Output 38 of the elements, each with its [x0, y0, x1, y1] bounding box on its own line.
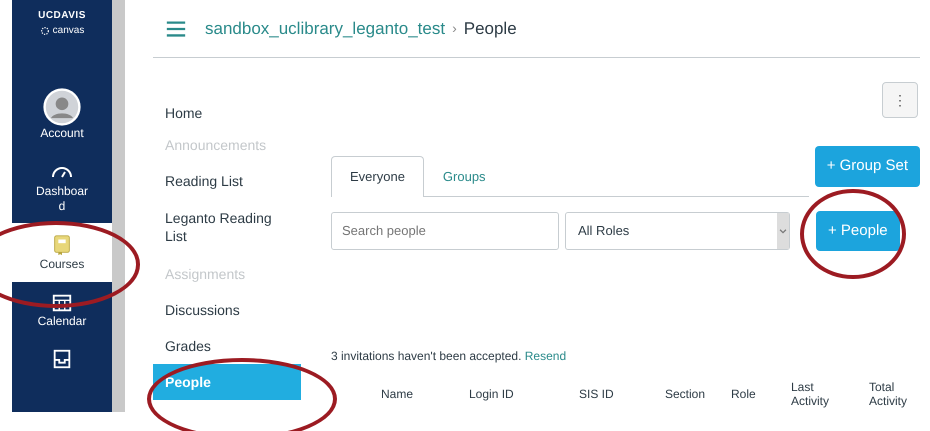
role-select[interactable]: All Roles: [565, 212, 790, 250]
logo-text: canvas: [52, 24, 84, 38]
nav-label: Calendar: [36, 314, 88, 328]
book-icon: [51, 233, 73, 258]
flower-icon: [40, 26, 50, 36]
course-nav-item[interactable]: Leganto Reading List: [153, 208, 301, 245]
tab[interactable]: Groups: [424, 156, 505, 196]
invitation-notice: 3 invitations haven't been accepted. Resend: [331, 348, 568, 365]
column-header[interactable]: Last Activity: [791, 381, 841, 409]
nav-item[interactable]: Calendar: [12, 282, 112, 338]
avatar-icon: [43, 88, 81, 126]
tab[interactable]: Everyone: [331, 156, 424, 196]
breadcrumb-current: People: [464, 18, 517, 40]
column-header[interactable]: Section: [665, 388, 731, 402]
breadcrumb-separator: ›: [452, 19, 457, 38]
more-options-button[interactable]: ⋮: [882, 82, 918, 118]
course-nav-item: Announcements: [164, 136, 268, 154]
column-header[interactable]: SIS ID: [579, 388, 665, 402]
breadcrumb-link[interactable]: sandbox_uclibrary_leganto_test: [205, 16, 446, 42]
course-nav-item[interactable]: Discussions: [153, 301, 301, 320]
search-field[interactable]: Search people: [331, 212, 559, 250]
course-nav-item[interactable]: Home: [153, 104, 301, 122]
column-header[interactable]: Name: [381, 388, 469, 402]
inbox-icon: [51, 348, 73, 370]
column-header[interactable]: Role: [731, 388, 791, 402]
resend-link[interactable]: Resend: [524, 349, 566, 363]
nav-label: Account: [39, 126, 85, 140]
course-nav-item[interactable]: Reading List: [153, 172, 301, 191]
nav-item[interactable]: Courses: [12, 223, 112, 282]
nav-item[interactable]: Dashboard: [12, 150, 112, 224]
nav-label: Courses: [38, 257, 86, 272]
nav-item[interactable]: Account: [12, 78, 112, 150]
logo-text: UCDAVIS: [38, 9, 86, 23]
nav-label: Dashboard: [34, 184, 90, 214]
course-nav-item: Assignments: [164, 264, 246, 284]
column-header[interactable]: Total Activity: [869, 381, 919, 409]
column-header[interactable]: Login ID: [469, 388, 579, 402]
course-nav-item[interactable]: Grades: [153, 337, 301, 356]
